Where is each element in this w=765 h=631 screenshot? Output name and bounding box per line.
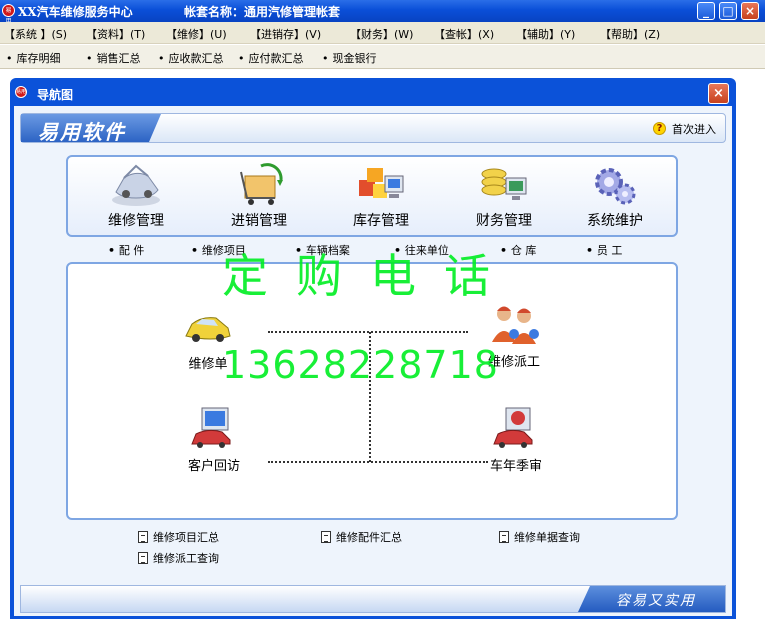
flow-annual-inspection[interactable]: 车年季审 bbox=[486, 406, 546, 474]
module-system-label: 系统维护 bbox=[587, 213, 643, 229]
menu-auxiliary[interactable]: 【辅助】(Y) bbox=[516, 26, 575, 42]
flow-connector-bottom bbox=[268, 461, 488, 463]
document-icon bbox=[499, 531, 509, 543]
flow-connector-top bbox=[268, 331, 468, 333]
toolbar-sales-summary[interactable]: 销售汇总 bbox=[86, 50, 141, 66]
first-entry-link[interactable]: 首次进入 bbox=[672, 121, 716, 137]
help-icon[interactable]: ? bbox=[653, 122, 666, 135]
yellow-car-icon bbox=[185, 317, 231, 342]
navigation-close-button[interactable]: × bbox=[708, 83, 729, 104]
menu-inventory[interactable]: 【进销存】(V) bbox=[250, 26, 321, 42]
minimize-button[interactable]: _ bbox=[697, 2, 715, 20]
toolbar-payable-summary[interactable]: 应付款汇总 bbox=[238, 50, 304, 66]
document-icon bbox=[138, 531, 148, 543]
gears-icon bbox=[595, 168, 636, 205]
report-order-query-label: 维修单据查询 bbox=[514, 531, 580, 544]
car-computer-icon bbox=[191, 407, 231, 448]
module-repair-management[interactable]: 维修管理 bbox=[88, 162, 184, 234]
report-order-query[interactable]: 维修单据查询 bbox=[499, 529, 580, 545]
menu-help[interactable]: 【帮助】(Z) bbox=[600, 26, 660, 42]
brand-name: 易用软件 bbox=[38, 120, 126, 144]
report-dispatch-query-label: 维修派工查询 bbox=[153, 552, 219, 565]
module-purchase-sales[interactable]: 进销管理 bbox=[211, 162, 307, 234]
toolbar-stock-detail[interactable]: 库存明细 bbox=[6, 50, 61, 66]
module-inventory-label: 库存管理 bbox=[353, 213, 409, 229]
document-icon bbox=[321, 531, 331, 543]
watermark-order-phone-title: 定购电话 bbox=[222, 249, 518, 303]
account-name: 帐套名称：通用汽修管理帐套 bbox=[184, 5, 341, 19]
report-parts-summary-label: 维修配件汇总 bbox=[336, 531, 402, 544]
module-purchase-label: 进销管理 bbox=[231, 213, 287, 229]
sublink-staff[interactable]: 员 工 bbox=[586, 242, 623, 258]
report-parts-summary[interactable]: 维修配件汇总 bbox=[321, 529, 402, 545]
watermark-phone-number: 13628228718 bbox=[222, 343, 499, 387]
car-service-icon bbox=[112, 164, 160, 206]
window-title-bar: 易用 XX汽车维修服务中心 帐套名称：通用汽修管理帐套 _ □ × bbox=[0, 0, 765, 25]
flow-customer-visit-label: 客户回访 bbox=[187, 459, 240, 474]
report-dispatch-query[interactable]: 维修派工查询 bbox=[138, 550, 219, 566]
module-inventory-management[interactable]: 库存管理 bbox=[333, 162, 429, 234]
footer-slogan: 容易又实用 bbox=[616, 593, 696, 609]
flow-annual-inspection-label: 车年季审 bbox=[489, 459, 542, 474]
close-button[interactable]: × bbox=[741, 2, 759, 20]
module-repair-label: 维修管理 bbox=[108, 213, 164, 229]
coins-computer-icon bbox=[481, 168, 527, 200]
report-repair-item-summary[interactable]: 维修项目汇总 bbox=[138, 529, 219, 545]
menu-bar: 【系统 】(S) 【资料】(T) 【维修】(U) 【进销存】(V) 【财务】(W… bbox=[0, 22, 765, 44]
menu-repair[interactable]: 【维修】(U) bbox=[166, 26, 227, 42]
menu-data[interactable]: 【资料】(T) bbox=[86, 26, 145, 42]
menu-system[interactable]: 【系统 】(S) bbox=[4, 26, 67, 42]
sublink-parts[interactable]: 配 件 bbox=[108, 242, 145, 258]
navigation-window-icon: 易用 bbox=[15, 86, 27, 98]
workers-icon bbox=[492, 306, 539, 344]
toolbar-receivable-summary[interactable]: 应收款汇总 bbox=[158, 50, 224, 66]
inspection-car-icon bbox=[493, 407, 533, 448]
menu-audit[interactable]: 【查帐】(X) bbox=[434, 26, 494, 42]
app-logo: 易用 bbox=[2, 4, 15, 25]
cart-arrow-icon bbox=[240, 163, 283, 205]
toolbar-cash-bank[interactable]: 现金银行 bbox=[322, 50, 377, 66]
document-icon bbox=[138, 552, 148, 564]
menu-finance[interactable]: 【财务】(W) bbox=[350, 26, 413, 42]
app-title: XX汽车维修服务中心 bbox=[18, 5, 133, 19]
module-finance-label: 财务管理 bbox=[476, 213, 532, 229]
report-repair-item-summary-label: 维修项目汇总 bbox=[153, 531, 219, 544]
toolbar: 库存明细 销售汇总 应收款汇总 应付款汇总 现金银行 bbox=[0, 45, 765, 69]
module-system-maintenance[interactable]: 系统维护 bbox=[567, 162, 663, 234]
flow-customer-visit[interactable]: 客户回访 bbox=[184, 406, 244, 474]
module-finance-management[interactable]: 财务管理 bbox=[456, 162, 552, 234]
warehouse-boxes-icon bbox=[359, 168, 404, 198]
navigation-window-title: 导航图 bbox=[37, 88, 74, 102]
maximize-button[interactable]: □ bbox=[719, 2, 737, 20]
